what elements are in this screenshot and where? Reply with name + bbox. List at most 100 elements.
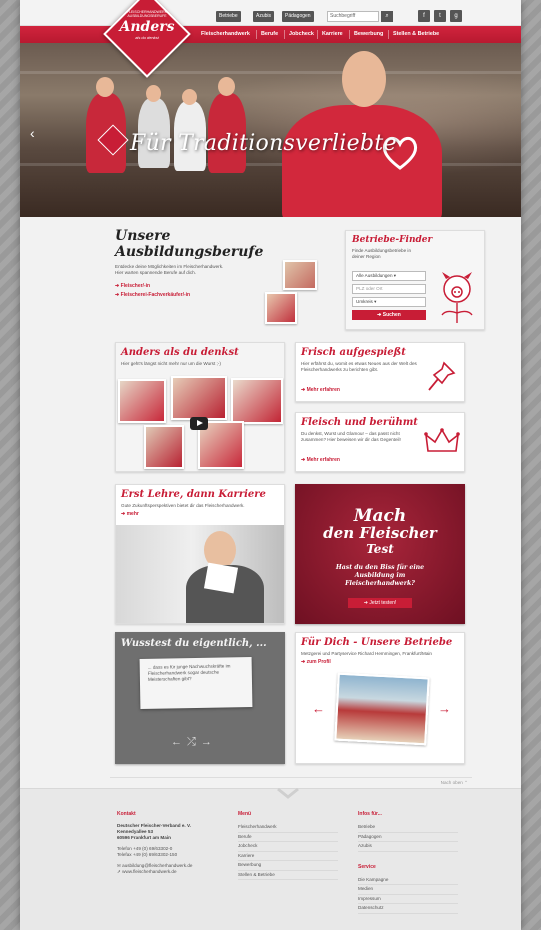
- footer-menu-item[interactable]: Fleischerhandwerk: [238, 823, 338, 833]
- betriebe-prev-arrow[interactable]: ←: [312, 701, 325, 716]
- nav-divider: [388, 30, 389, 39]
- mail-icon: ✉: [117, 863, 121, 868]
- topbar-betriebe-button[interactable]: Betriebe: [216, 11, 241, 22]
- nav-item-karriere[interactable]: Karriere: [322, 26, 343, 43]
- frisch-link[interactable]: ➔ Mehr erfahren: [301, 387, 340, 393]
- hero-tagline: Für Traditionsverliebte: [130, 131, 397, 156]
- anders-card[interactable]: Anders als du denkst Hier geht's längst …: [115, 342, 285, 472]
- shuffle-icon[interactable]: ⤮: [187, 736, 201, 748]
- footer-menu-item[interactable]: Berufe: [238, 833, 338, 842]
- finder-select1-value: Alle Ausbildungen: [356, 273, 393, 278]
- test-question: Hast du den Biss für eine Ausbildung im …: [335, 564, 425, 587]
- google-plus-icon[interactable]: g: [450, 10, 462, 22]
- footer-menu-item[interactable]: Karriere: [238, 852, 338, 861]
- ausbildung-title-line2: Ausbildungsberufe: [115, 244, 264, 260]
- facebook-icon[interactable]: f: [418, 10, 430, 22]
- video-play-icon[interactable]: [190, 417, 208, 430]
- betriebe-card[interactable]: Für Dich - Unsere Betriebe Metzgerei und…: [295, 632, 465, 764]
- hero-person-head: [182, 89, 197, 105]
- wusstest-title: Wusstest du eigentlich, ...: [121, 638, 267, 649]
- logo-main: Anders: [119, 19, 175, 35]
- footer-menu-item[interactable]: Jobcheck: [238, 842, 338, 852]
- logo-sub: als du denkst: [135, 35, 159, 40]
- betriebe-next-arrow[interactable]: →: [438, 701, 451, 716]
- betriebe-link[interactable]: ➔ zum Profil: [301, 659, 331, 665]
- frisch-title: Frisch aufgespießt: [301, 347, 406, 358]
- footer-kontakt-heading: Kontakt: [117, 811, 136, 817]
- nav-item-jobcheck[interactable]: Jobcheck: [289, 26, 314, 43]
- finder-search-button[interactable]: ➔ Suchen: [352, 310, 426, 320]
- footer-service-item[interactable]: Impressum: [358, 895, 458, 904]
- footer-menu-item[interactable]: Stellen & Betriebe: [238, 871, 338, 880]
- wusstest-card[interactable]: Wusstest du eigentlich, ... ... dass es …: [115, 632, 285, 764]
- lehre-title: Erst Lehre, dann Karriere: [121, 489, 266, 500]
- test-line1: Mach: [353, 506, 407, 526]
- finder-plz-input[interactable]: PLZ oder Ort: [352, 284, 426, 294]
- hero-person-head: [96, 77, 114, 97]
- footer-web[interactable]: ➚ www.fleischerhandwerk.de: [117, 869, 227, 875]
- nav-item-stellen-betriebe[interactable]: Stellen & Betriebe: [393, 26, 439, 43]
- footer-city: 60596 Frankfurt am Main: [117, 835, 171, 840]
- frisch-text: Hier erfährst du, womit es etwas Neues a…: [301, 361, 417, 372]
- fleisch-link[interactable]: ➔ Mehr erfahren: [301, 457, 340, 463]
- finder-form: Alle Ausbildungen ▾ PLZ oder Ort Umkreis…: [352, 271, 426, 320]
- footer-service-item[interactable]: Datenschutz: [358, 904, 458, 914]
- wusstest-text: ... dass es für junge Nachwuchskräfte im…: [147, 663, 231, 682]
- nav-item-berufe[interactable]: Berufe: [261, 26, 278, 43]
- arrow-right-icon[interactable]: →: [201, 736, 217, 748]
- logo[interactable]: FLEISCHERHANDWERK AUSBILDUNGSBERUFE Ande…: [116, 10, 178, 40]
- footer-info: Infos für... Betriebe Pädagogen Azubis S…: [358, 811, 458, 914]
- footer-info-item[interactable]: Azubis: [358, 842, 458, 852]
- wusstest-controls: ←⤮→: [171, 736, 217, 749]
- footer-service-heading: Service: [358, 863, 376, 870]
- search-icon[interactable]: ⌕: [381, 11, 393, 22]
- page: Betriebe Azubis Pädagogen Suchbegriff ⌕ …: [20, 0, 521, 930]
- hero-pagination[interactable]: [285, 209, 310, 217]
- ausbildung-title-line1: Unsere: [115, 228, 171, 244]
- nav-divider: [349, 30, 350, 39]
- footer-service-item[interactable]: Die Kampagne: [358, 876, 458, 885]
- twitter-icon[interactable]: t: [434, 10, 446, 22]
- back-to-top-link[interactable]: Nach oben ⌃: [441, 780, 468, 786]
- footer-info-item[interactable]: Pädagogen: [358, 833, 458, 842]
- finder-select2-value: Umkreis: [356, 299, 373, 304]
- search-input[interactable]: Suchbegriff: [327, 11, 379, 22]
- breadcrumb: Du befindest dich hier: Startseite Nach …: [110, 777, 472, 794]
- lehre-person-scarf: [203, 562, 239, 594]
- test-line3: Test: [366, 542, 394, 556]
- anders-photo: [118, 379, 166, 423]
- frisch-card[interactable]: Frisch aufgespießt Hier erfährst du, wom…: [295, 342, 465, 402]
- lehre-link-label: mehr: [126, 511, 139, 517]
- lehre-card[interactable]: Erst Lehre, dann Karriere Gute Zukunftsp…: [115, 484, 285, 624]
- main-nav: Fleischerhandwerk Berufe Jobcheck Karrie…: [20, 26, 521, 43]
- nav-item-bewerbung[interactable]: Bewerbung: [354, 26, 383, 43]
- fleisch-card[interactable]: Fleisch und berühmt Du denkst, Wurst und…: [295, 412, 465, 472]
- anders-photo: [171, 376, 227, 420]
- lehre-photo: [116, 525, 284, 623]
- betriebe-finder: Betriebe-Finder Finde Ausbildungsbetrieb…: [345, 230, 485, 330]
- link-fleischer-label: Fleischer/-in: [120, 283, 151, 289]
- footer-menu-item[interactable]: Bewerbung: [238, 861, 338, 871]
- finder-umkreis-select[interactable]: Umkreis ▾: [352, 297, 426, 307]
- hero-slider[interactable]: ‹ Für Traditionsverliebte: [20, 43, 521, 217]
- arrow-left-icon[interactable]: ←: [171, 736, 187, 748]
- link-icon: ➚: [117, 869, 121, 874]
- anders-photo: [144, 425, 184, 469]
- test-button-label: Jetzt testen!: [369, 600, 397, 606]
- test-card[interactable]: Mach den Fleischer Test Hast du den Biss…: [295, 484, 465, 624]
- anders-photo: [231, 378, 283, 424]
- footer-info-heading: Infos für...: [358, 811, 382, 817]
- footer-service-item[interactable]: Medien: [358, 885, 458, 895]
- crown-icon: [424, 428, 460, 452]
- finder-ausbildung-select[interactable]: Alle Ausbildungen ▾: [352, 271, 426, 281]
- anders-text: Hier geht's längst nicht mehr nur um die…: [121, 361, 221, 366]
- hero-prev-arrow[interactable]: ‹: [30, 125, 35, 141]
- topbar-azubis-button[interactable]: Azubis: [253, 11, 275, 22]
- test-button[interactable]: ➔ Jetzt testen!: [348, 598, 412, 608]
- logo-small-line2: AUSBILDUNGSBERUFE: [127, 14, 167, 18]
- topbar-paedagogen-button[interactable]: Pädagogen: [282, 11, 314, 22]
- footer-info-item[interactable]: Betriebe: [358, 823, 458, 833]
- wusstest-note: ... dass es für junge Nachwuchskräfte im…: [139, 657, 253, 709]
- nav-item-fleischerhandwerk[interactable]: Fleischerhandwerk: [201, 26, 250, 43]
- lehre-link[interactable]: ➔ mehr: [121, 511, 139, 517]
